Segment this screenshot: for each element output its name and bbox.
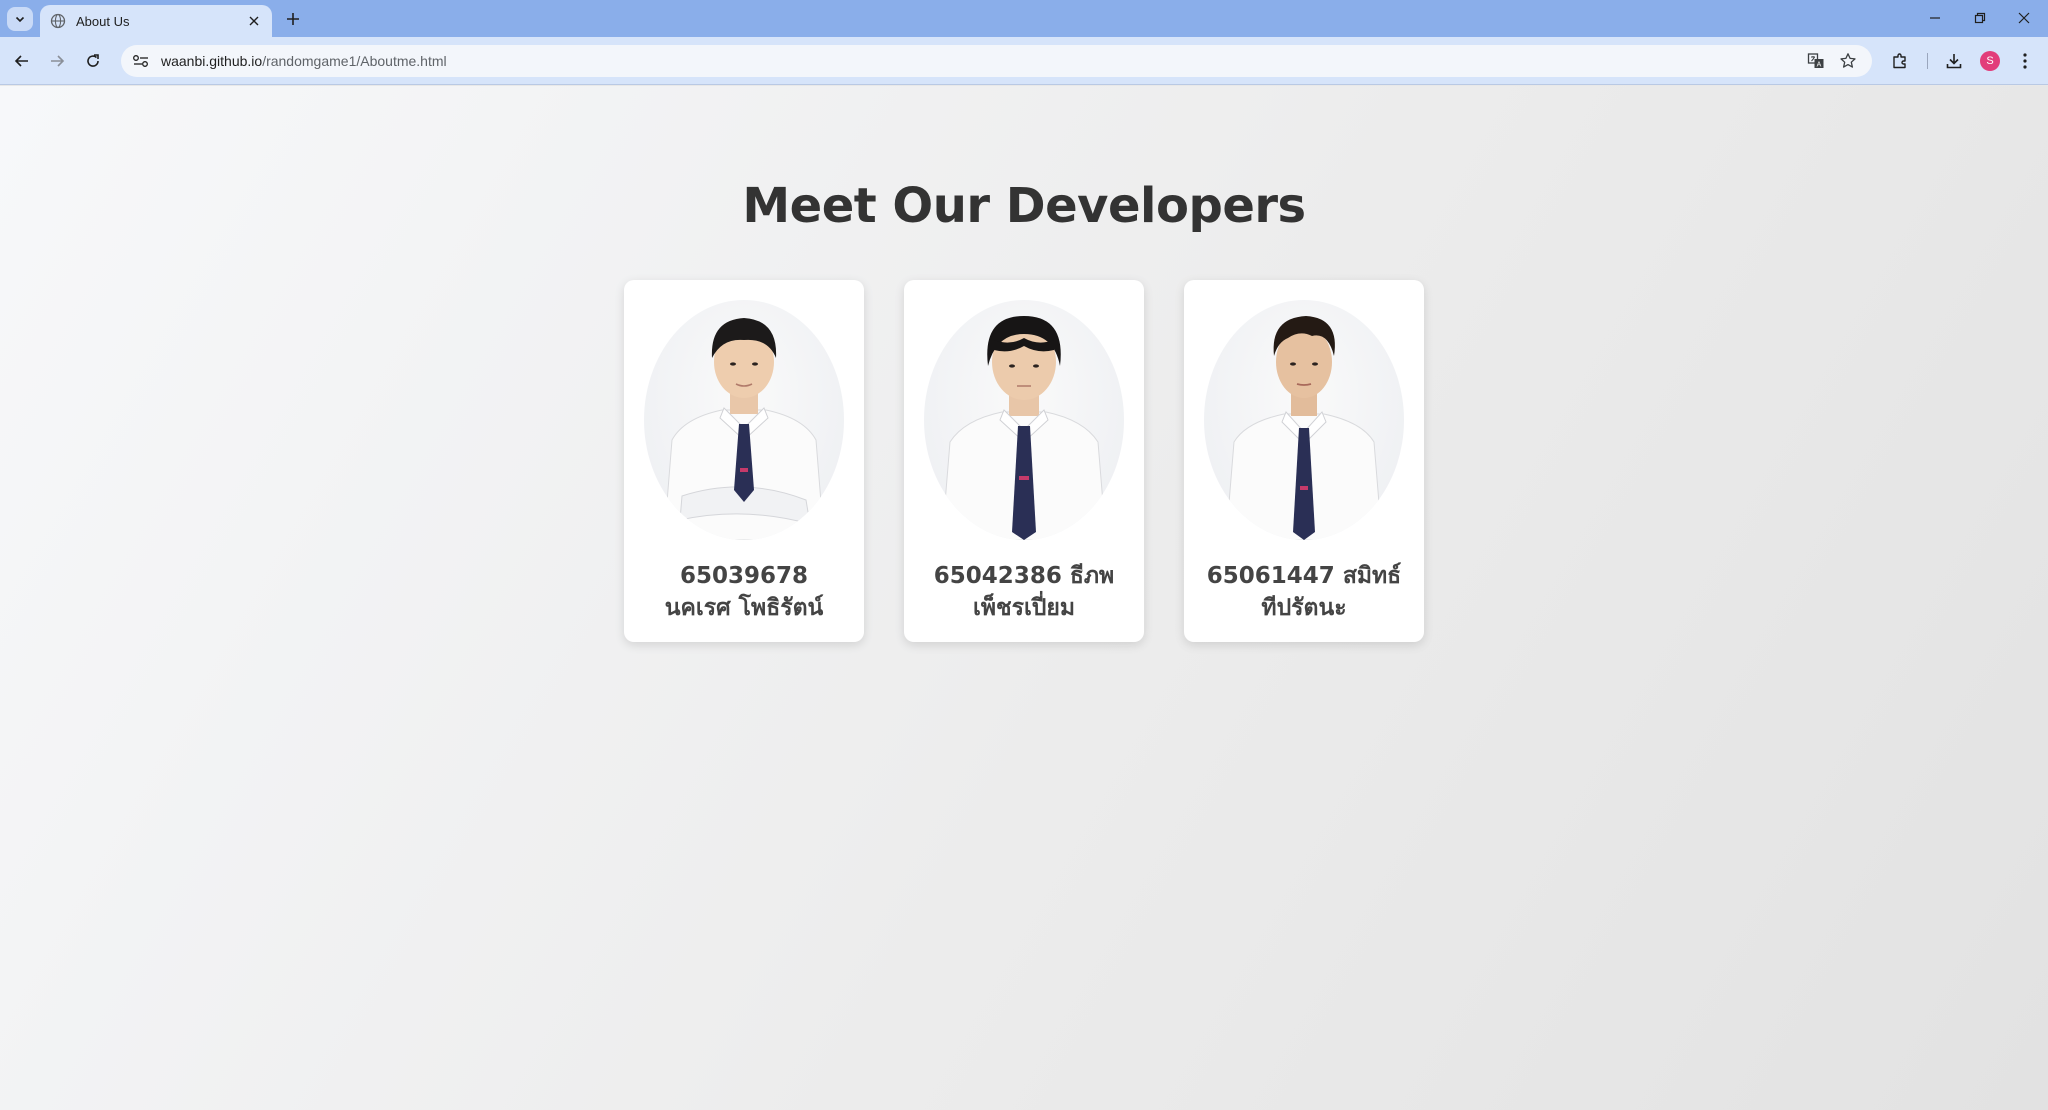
reload-button[interactable] [80,48,106,74]
close-icon [2018,12,2030,24]
reload-icon [87,54,99,67]
url-path: /randomgame1/Aboutme.html [262,53,447,69]
chevron-down-icon [15,16,25,23]
site-info-icon[interactable] [127,49,155,73]
more-menu-icon[interactable] [2013,49,2037,73]
developer-card: 65039678 นคเรศ โพธิรัตน์ [624,280,864,642]
developer-photo [1204,300,1404,540]
close-window-button[interactable] [2010,6,2038,30]
close-tab-icon[interactable] [246,13,262,29]
restore-button[interactable] [1966,6,1994,30]
developer-name: 65042386 ธีภพ เพ็ชรเปี่ยม [933,563,1115,621]
url-text[interactable]: waanbi.github.io/randomgame1/Aboutme.htm… [161,53,447,69]
extensions-icon[interactable] [1888,49,1912,73]
globe-icon [50,13,66,29]
toolbar-divider [1927,53,1928,69]
new-tab-button[interactable] [282,8,304,30]
translate-icon[interactable]: A [1805,50,1827,72]
developer-photo [924,300,1124,540]
developer-card: 65042386 ธีภพ เพ็ชรเปี่ยม [904,280,1144,642]
plus-icon [287,13,299,25]
tab-search-button[interactable] [7,7,33,31]
star-bookmark-icon[interactable] [1837,50,1859,72]
tab-title: About Us [76,13,130,29]
forward-button[interactable] [44,48,70,74]
minimize-icon [1930,17,1940,19]
profile-avatar[interactable]: S [1980,51,2000,71]
browser-tab-active[interactable]: About Us [40,5,272,37]
browser-titlebar: About Us [0,0,2048,37]
minimize-button[interactable] [1921,6,1949,30]
page-title: Meet Our Developers [742,178,1306,234]
developer-cards: 65039678 นคเรศ โพธิรัตน์ 65042386 ธีภพ เ… [0,280,2048,642]
svg-text:A: A [1817,62,1822,69]
developer-photo [644,300,844,540]
developer-name: 65039678 นคเรศ โพธิรัตน์ [664,563,824,621]
page-content: Meet Our Developers 65039678 นคเรศ โพธิร… [0,86,2048,1110]
restore-icon [1974,12,1986,24]
arrow-left-icon [14,55,28,67]
arrow-right-icon [51,55,65,67]
download-icon[interactable] [1942,49,1966,73]
address-bar[interactable]: waanbi.github.io/randomgame1/Aboutme.htm… [121,45,1872,77]
url-host: waanbi.github.io [161,53,263,69]
developer-name: 65061447 สมิทธ์ ทีปรัตนะ [1206,563,1402,621]
back-button[interactable] [9,48,35,74]
developer-card: 65061447 สมิทธ์ ทีปรัตนะ [1184,280,1424,642]
browser-toolbar: waanbi.github.io/randomgame1/Aboutme.htm… [0,37,2048,85]
